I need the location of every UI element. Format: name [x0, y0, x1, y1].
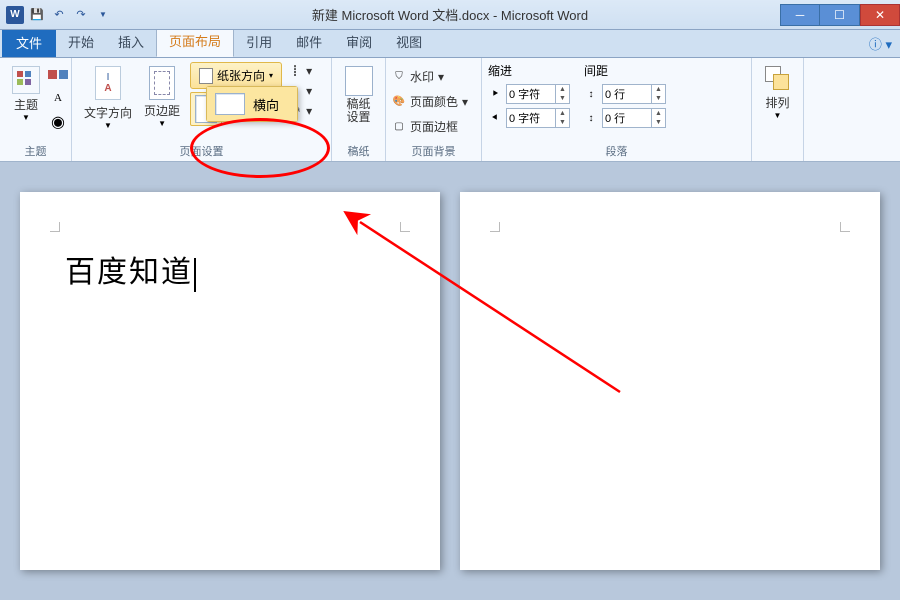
down-arrow-icon[interactable]: ▼: [652, 94, 665, 103]
margin-corner-icon: [50, 222, 60, 232]
landscape-page-icon: [215, 93, 245, 115]
indent-heading: 缩进: [488, 62, 570, 79]
indent-left-input[interactable]: [507, 88, 555, 100]
group-paragraph-label: 段落: [482, 143, 751, 159]
undo-icon[interactable]: ↶: [50, 6, 68, 24]
dropdown-icon: ▼: [774, 111, 782, 120]
space-after-spinner[interactable]: ▲▼: [602, 108, 666, 128]
qat-dropdown-icon[interactable]: ▼: [94, 6, 112, 24]
themes-icon: [12, 66, 40, 94]
space-after-input[interactable]: [603, 112, 651, 124]
margin-corner-icon: [490, 222, 500, 232]
space-before-spinner[interactable]: ▲▼: [602, 84, 666, 104]
theme-effects-icon[interactable]: ◉: [48, 112, 68, 132]
save-icon[interactable]: 💾: [28, 6, 46, 24]
margins-button[interactable]: 页边距 ▼: [138, 62, 186, 134]
indent-right-input[interactable]: [507, 112, 555, 124]
dropdown-icon: ▼: [22, 113, 30, 122]
indent-left-icon: ⯈: [488, 87, 502, 101]
margins-icon: [149, 66, 175, 100]
breaks-icon: ┋: [288, 64, 302, 78]
page-color-button[interactable]: 🎨页面颜色 ▾: [392, 93, 475, 110]
tab-references[interactable]: 引用: [234, 26, 284, 57]
tab-home[interactable]: 开始: [56, 26, 106, 57]
up-arrow-icon[interactable]: ▲: [652, 109, 665, 118]
quick-access-toolbar: W 💾 ↶ ↷ ▼: [0, 6, 112, 24]
page-icon: [199, 68, 213, 84]
group-theme-label: 主题: [0, 143, 71, 159]
themes-button[interactable]: 主题 ▼: [6, 62, 46, 134]
space-before-input[interactable]: [603, 88, 651, 100]
text-direction-icon: IA: [95, 66, 121, 100]
tab-mailings[interactable]: 邮件: [284, 26, 334, 57]
tab-view[interactable]: 视图: [384, 26, 434, 57]
margin-corner-icon: [840, 222, 850, 232]
page-border-icon: ▢: [392, 120, 406, 134]
indent-right-spinner[interactable]: ▲▼: [506, 108, 570, 128]
up-arrow-icon[interactable]: ▲: [556, 109, 569, 118]
orientation-label: 纸张方向: [217, 67, 265, 84]
orientation-landscape-option[interactable]: 横向: [207, 87, 297, 121]
indent-right-icon: ⯇: [488, 111, 502, 125]
window-title: 新建 Microsoft Word 文档.docx - Microsoft Wo…: [0, 5, 900, 24]
theme-colors-icon[interactable]: [48, 64, 68, 84]
page-2[interactable]: [460, 192, 880, 570]
margins-label: 页边距: [144, 102, 180, 119]
tab-review[interactable]: 审阅: [334, 26, 384, 57]
text-direction-label: 文字方向: [84, 104, 132, 121]
text-direction-button[interactable]: IA 文字方向 ▼: [78, 62, 138, 134]
tab-insert[interactable]: 插入: [106, 26, 156, 57]
space-after-icon: ↕: [584, 111, 598, 125]
arrange-icon: [765, 66, 791, 92]
ribbon-tabs: 文件 开始 插入 页面布局 引用 邮件 审阅 视图 ⓘ ▾: [0, 30, 900, 58]
orientation-dropdown: 横向: [206, 86, 298, 122]
down-arrow-icon[interactable]: ▼: [556, 94, 569, 103]
redo-icon[interactable]: ↷: [72, 6, 90, 24]
minimize-button[interactable]: ─: [780, 4, 820, 26]
help-icon[interactable]: ⓘ ▾: [861, 30, 900, 57]
themes-label: 主题: [14, 96, 38, 113]
theme-fonts-icon[interactable]: A: [48, 88, 68, 108]
up-arrow-icon[interactable]: ▲: [652, 85, 665, 94]
document-workspace[interactable]: 百度知道: [0, 162, 900, 600]
title-bar: W 💾 ↶ ↷ ▼ 新建 Microsoft Word 文档.docx - Mi…: [0, 0, 900, 30]
space-before-icon: ↕: [584, 87, 598, 101]
watermark-button[interactable]: ⛉水印 ▾: [392, 68, 475, 85]
maximize-button[interactable]: ☐: [820, 4, 860, 26]
manuscript-label: 稿纸 设置: [346, 98, 370, 124]
group-page-bg-label: 页面背景: [386, 143, 481, 159]
indent-left-spinner[interactable]: ▲▼: [506, 84, 570, 104]
breaks-button[interactable]: ┋▾: [288, 64, 312, 78]
dropdown-icon: ▼: [104, 121, 112, 130]
manuscript-icon: [345, 66, 373, 96]
down-arrow-icon[interactable]: ▼: [556, 118, 569, 127]
page-borders-button[interactable]: ▢页面边框: [392, 118, 475, 135]
down-arrow-icon[interactable]: ▼: [652, 118, 665, 127]
margin-corner-icon: [400, 222, 410, 232]
group-page-setup-label: 页面设置: [72, 143, 331, 159]
dropdown-icon: ▼: [158, 119, 166, 128]
page-1[interactable]: 百度知道: [20, 192, 440, 570]
manuscript-settings-button[interactable]: 稿纸 设置: [338, 62, 379, 128]
word-app-icon[interactable]: W: [6, 6, 24, 24]
ribbon: 主题 ▼ A ◉ 主题 IA 文字方向 ▼ 页边距 ▼: [0, 58, 900, 162]
page-color-icon: 🎨: [392, 95, 406, 109]
dropdown-icon: ▾: [269, 71, 273, 80]
group-manuscript-label: 稿纸: [332, 143, 385, 159]
arrange-label: 排列: [765, 94, 789, 111]
watermark-icon: ⛉: [392, 70, 406, 84]
orientation-button[interactable]: 纸张方向 ▾: [190, 62, 282, 89]
landscape-label: 横向: [253, 95, 279, 114]
document-body-text[interactable]: 百度知道: [65, 247, 196, 292]
spacing-heading: 间距: [584, 62, 666, 79]
up-arrow-icon[interactable]: ▲: [556, 85, 569, 94]
window-controls: ─ ☐ ✕: [780, 4, 900, 26]
close-button[interactable]: ✕: [860, 4, 900, 26]
text-cursor: [194, 258, 196, 292]
tab-file[interactable]: 文件: [2, 28, 56, 57]
arrange-button[interactable]: 排列 ▼: [758, 62, 797, 124]
